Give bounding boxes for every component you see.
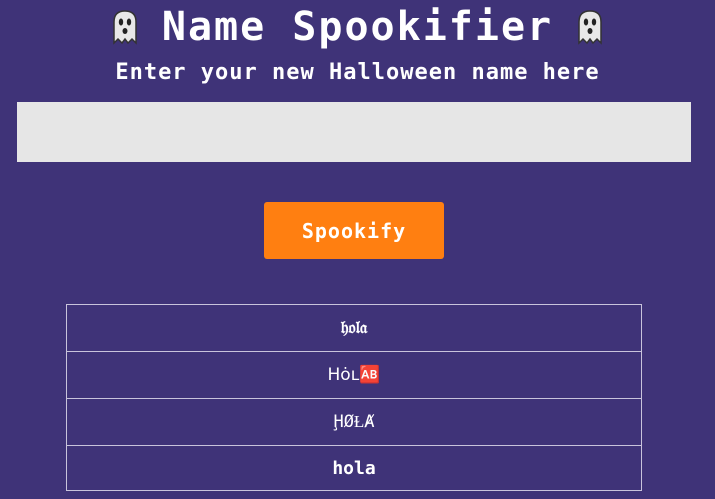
result-row[interactable]: Hȯʟ🆎 (67, 352, 641, 399)
result-row[interactable]: hola (67, 446, 641, 490)
page-title: Name Spookifier (161, 4, 554, 50)
subtitle: Enter your new Halloween name here (115, 60, 600, 85)
result-row[interactable]: 𝔥𝔬𝔩𝔞 (67, 305, 641, 352)
name-input[interactable] (17, 102, 691, 162)
title-row: Name Spookifier (0, 2, 715, 52)
ghost-icon (578, 10, 602, 45)
ghost-icon (113, 10, 137, 45)
spookify-button[interactable]: Spookify (264, 202, 444, 259)
results-table: 𝔥𝔬𝔩𝔞 Hȯʟ🆎 ḨØⱢȺ hola (66, 304, 642, 491)
result-row[interactable]: ḨØⱢȺ (67, 399, 641, 446)
